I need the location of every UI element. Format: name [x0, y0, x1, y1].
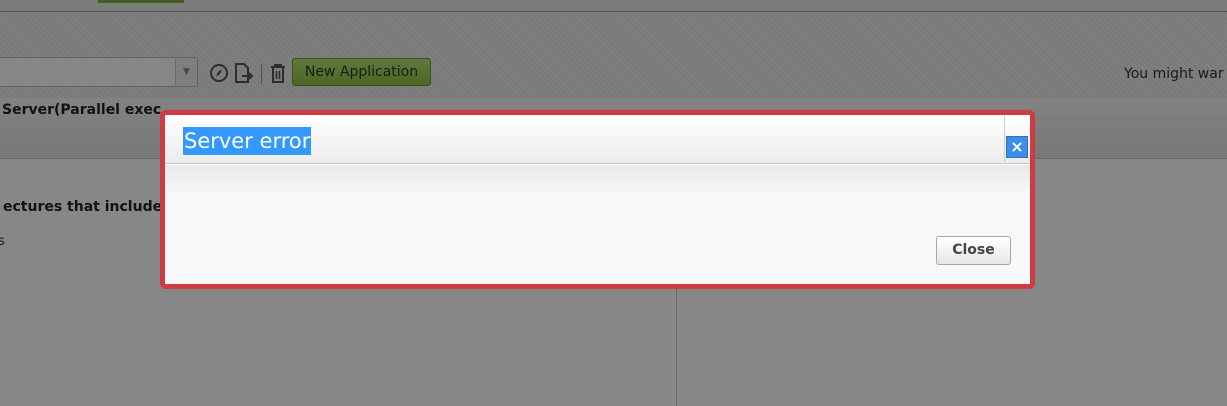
titlebar-divider	[1004, 115, 1005, 164]
close-button[interactable]: Close	[936, 236, 1011, 265]
dialog-title: Server error	[183, 127, 312, 155]
close-icon[interactable]: ×	[1006, 136, 1028, 158]
dialog-titlebar: Server error	[165, 115, 1030, 164]
dialog-body	[165, 165, 1030, 284]
server-error-dialog: Server error × Close	[160, 110, 1035, 289]
